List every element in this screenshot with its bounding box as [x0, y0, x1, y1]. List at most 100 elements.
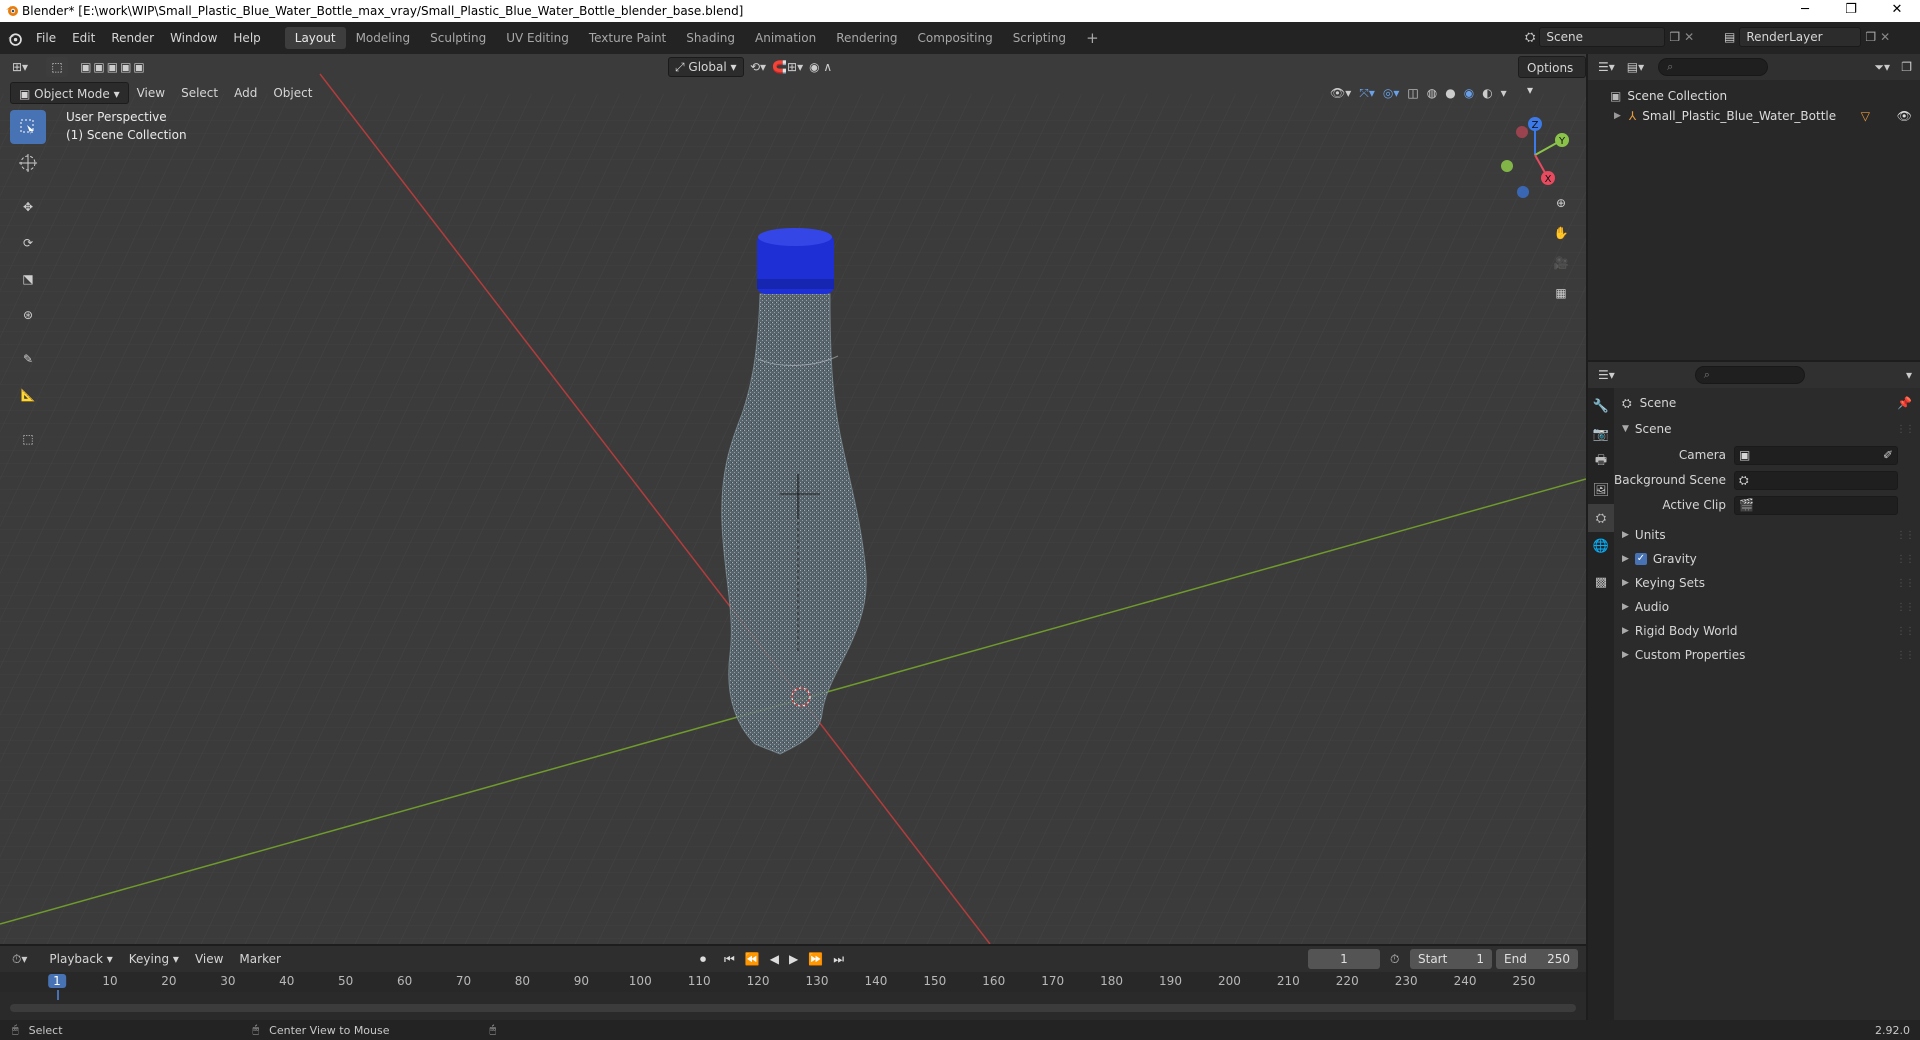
- tab-rendering[interactable]: Rendering: [826, 27, 907, 49]
- transform-tool-icon[interactable]: ⊛: [10, 298, 46, 332]
- current-frame-field[interactable]: 1: [1308, 949, 1380, 969]
- select-box-tool-icon[interactable]: [10, 110, 46, 144]
- panel-grip-icon[interactable]: ⋮⋮: [1896, 602, 1915, 613]
- tab-modeling[interactable]: Modeling: [346, 27, 421, 49]
- units-panel-header[interactable]: ▶ Units ⋮⋮: [1614, 524, 1920, 546]
- panel-grip-icon[interactable]: ⋮⋮: [1896, 626, 1915, 637]
- next-keyframe-icon[interactable]: ⏩: [808, 952, 823, 966]
- proportional-edit-icon[interactable]: ◉ ∧: [809, 60, 832, 74]
- zoom-icon[interactable]: ⊕: [1548, 190, 1574, 216]
- tab-compositing[interactable]: Compositing: [907, 27, 1002, 49]
- tab-texture-paint[interactable]: Texture Paint: [579, 27, 676, 49]
- menu-edit[interactable]: Edit: [64, 27, 103, 49]
- editor-type-icon[interactable]: ⊞▾: [12, 60, 28, 74]
- texture-tab-icon[interactable]: ▩: [1588, 568, 1614, 596]
- active-clip-field[interactable]: 🎬: [1734, 495, 1898, 515]
- menu-file[interactable]: File: [28, 27, 64, 49]
- blender-menu-icon[interactable]: [0, 31, 28, 46]
- select-tool-icon[interactable]: ⬚: [46, 57, 69, 77]
- scene-tab-icon[interactable]: ⛭: [1588, 504, 1614, 532]
- play-icon[interactable]: ▶: [789, 952, 798, 966]
- visibility-eye-icon[interactable]: 👁: [1897, 109, 1912, 123]
- menu-render[interactable]: Render: [103, 27, 162, 49]
- panel-grip-icon[interactable]: ⋮⋮: [1896, 650, 1915, 661]
- timeline-editor-type-icon[interactable]: ⏱▾: [12, 952, 27, 967]
- outliner-object-row[interactable]: ▶ ⅄ Small_Plastic_Blue_Water_Bottle ▽ 👁: [1588, 106, 1920, 126]
- properties-options-icon[interactable]: ▾: [1906, 368, 1912, 382]
- delete-layer-icon[interactable]: ✕: [1880, 30, 1890, 44]
- outliner-search-input[interactable]: ⌕: [1658, 58, 1769, 76]
- render-tab-icon[interactable]: 📷: [1588, 420, 1614, 448]
- scale-tool-icon[interactable]: ⬔: [10, 262, 46, 296]
- visibility-icon[interactable]: 👁▾: [1330, 86, 1351, 100]
- audio-panel-header[interactable]: ▶ Audio ⋮⋮: [1614, 596, 1920, 618]
- end-frame-field[interactable]: End 250: [1496, 949, 1578, 969]
- timeline-ruler[interactable]: 1 10 20 30 40 50 60 70 80 90 100 110 120 130 140 150 160…: [0, 972, 1586, 1000]
- record-icon[interactable]: ⏺: [700, 952, 706, 967]
- outliner-root-row[interactable]: ▣ Scene Collection: [1588, 86, 1920, 106]
- new-collection-icon[interactable]: ❐: [1901, 60, 1912, 74]
- world-tab-icon[interactable]: 🌐: [1588, 532, 1614, 560]
- tab-animation[interactable]: Animation: [745, 27, 826, 49]
- marker-menu[interactable]: Marker: [231, 948, 288, 970]
- pin-icon[interactable]: 📌: [1897, 396, 1912, 410]
- tab-scripting[interactable]: Scripting: [1003, 27, 1076, 49]
- gravity-panel-header[interactable]: ▶ ✓ Gravity ⋮⋮: [1614, 548, 1920, 570]
- transform-orientation-dropdown[interactable]: ⤢ Global ▾: [668, 57, 744, 77]
- tab-shading[interactable]: Shading: [676, 27, 745, 49]
- panel-grip-icon[interactable]: ⋮⋮: [1896, 554, 1915, 565]
- timeline-scrollbar[interactable]: [10, 1004, 1576, 1012]
- snap-icon[interactable]: 🧲⊞▾: [772, 60, 803, 74]
- timeline-view-menu[interactable]: View: [187, 948, 231, 970]
- view-layer-tab-icon[interactable]: 🖼: [1588, 476, 1614, 504]
- start-frame-field[interactable]: Start 1: [1410, 949, 1492, 969]
- properties-editor-type-icon[interactable]: ☰▾: [1598, 368, 1615, 382]
- custom-properties-panel-header[interactable]: ▶ Custom Properties ⋮⋮: [1614, 644, 1920, 666]
- tool-tab-icon[interactable]: 🔧: [1588, 392, 1614, 420]
- wireframe-shading-icon[interactable]: ◍: [1427, 86, 1437, 100]
- expand-arrow-icon[interactable]: ▶: [1614, 111, 1621, 121]
- solid-shading-icon[interactable]: ●: [1445, 86, 1455, 100]
- cursor-tool-icon[interactable]: [10, 146, 46, 180]
- pivot-point-icon[interactable]: ⟲▾: [750, 60, 766, 74]
- shading-options-icon[interactable]: ▾: [1501, 86, 1507, 100]
- delete-scene-icon[interactable]: ✕: [1684, 30, 1694, 44]
- measure-tool-icon[interactable]: 📐: [10, 378, 46, 412]
- mode-dropdown[interactable]: ▣ Object Mode ▾: [10, 82, 129, 104]
- filter-icon[interactable]: ⏷▾: [1874, 60, 1890, 75]
- maximize-button[interactable]: ❐: [1828, 0, 1874, 22]
- prev-keyframe-icon[interactable]: ⏪: [745, 952, 760, 966]
- move-tool-icon[interactable]: ✥: [10, 190, 46, 224]
- background-scene-field[interactable]: ⛭: [1734, 470, 1898, 490]
- keying-sets-panel-header[interactable]: ▶ Keying Sets ⋮⋮: [1614, 572, 1920, 594]
- outliner-editor-type-icon[interactable]: ☰▾: [1598, 60, 1615, 74]
- render-layer-field[interactable]: RenderLayer: [1739, 27, 1862, 47]
- play-reverse-icon[interactable]: ◀: [770, 952, 779, 966]
- panel-grip-icon[interactable]: ⋮⋮: [1896, 424, 1915, 435]
- xray-icon[interactable]: ◫: [1407, 86, 1418, 100]
- jump-end-icon[interactable]: ⏭: [833, 952, 844, 967]
- navigation-gizmo[interactable]: Z Y X: [1490, 110, 1580, 200]
- menu-view[interactable]: View: [129, 82, 173, 104]
- selection-mode-icons[interactable]: ▣▣▣▣▣: [80, 60, 147, 74]
- scene-name-field[interactable]: Scene: [1539, 27, 1666, 47]
- minimize-button[interactable]: ─: [1782, 0, 1828, 22]
- rotate-tool-icon[interactable]: ⟳: [10, 226, 46, 260]
- panel-grip-icon[interactable]: ⋮⋮: [1896, 530, 1915, 541]
- ortho-toggle-icon[interactable]: ▦: [1548, 280, 1574, 306]
- scene-panel-header[interactable]: ▼ Scene ⋮⋮: [1614, 418, 1920, 440]
- eyedropper-icon[interactable]: ✐: [1883, 448, 1893, 462]
- menu-object[interactable]: Object: [265, 82, 320, 104]
- overlay-toggle-icon[interactable]: ◎▾: [1383, 86, 1400, 100]
- output-tab-icon[interactable]: 🖶: [1588, 448, 1614, 476]
- gizmo-toggle-icon[interactable]: ⤧▾: [1359, 86, 1375, 101]
- menu-window[interactable]: Window: [162, 27, 225, 49]
- close-button[interactable]: ✕: [1874, 0, 1920, 22]
- new-layer-icon[interactable]: ❐: [1865, 30, 1876, 44]
- render-layer-icon[interactable]: ▤: [1724, 30, 1735, 44]
- menu-add[interactable]: Add: [226, 82, 265, 104]
- rigid-body-panel-header[interactable]: ▶ Rigid Body World ⋮⋮: [1614, 620, 1920, 642]
- 3d-viewport[interactable]: ⊞▾ ⬚ ▣▣▣▣▣ ⤢ Global ▾ ⟲▾ 🧲⊞▾ ◉ ∧ Options…: [0, 54, 1586, 944]
- rendered-shading-icon[interactable]: ◐: [1482, 86, 1492, 100]
- tab-uv-editing[interactable]: UV Editing: [496, 27, 579, 49]
